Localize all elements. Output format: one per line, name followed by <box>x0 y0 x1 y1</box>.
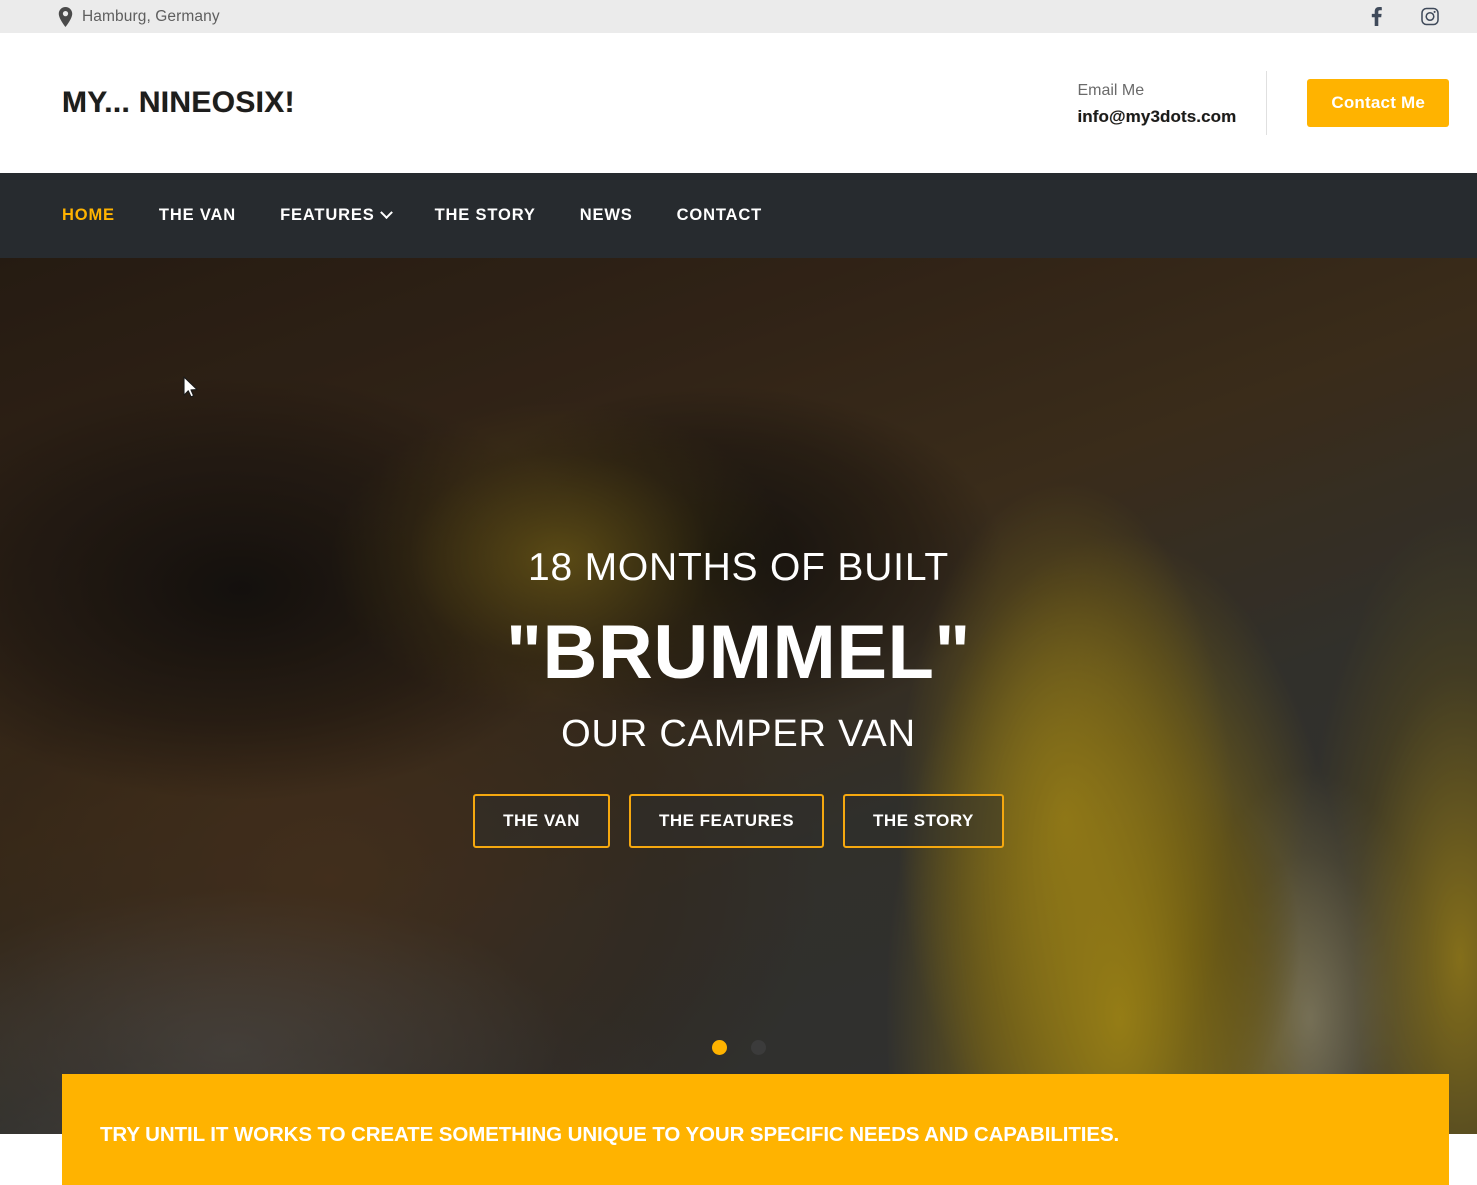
hero-button-the-features[interactable]: THE FEATURES <box>628 794 825 848</box>
hero-button-the-van[interactable]: THE VAN <box>473 794 610 848</box>
social-links <box>1367 7 1439 26</box>
site-logo[interactable]: MY... NINEOSIX! <box>62 86 295 120</box>
hero-title: "BRUMMEL" <box>506 609 971 695</box>
nav-item-contact[interactable]: CONTACT <box>677 196 762 235</box>
facebook-icon[interactable] <box>1367 7 1385 26</box>
location-block: Hamburg, Germany <box>58 6 220 27</box>
email-label: Email Me <box>1077 82 1145 99</box>
carousel-indicators <box>0 1040 1477 1055</box>
nav-item-label: THE STORY <box>434 206 536 224</box>
page-root: Hamburg, Germany MY... NINEOSIX! Email M… <box>0 0 1477 1185</box>
nav-item-news[interactable]: NEWS <box>580 196 633 235</box>
location-label: Hamburg, Germany <box>82 7 220 25</box>
top-utility-bar: Hamburg, Germany <box>0 0 1477 33</box>
contact-me-button[interactable]: Contact Me <box>1307 79 1449 127</box>
nav-item-label: THE VAN <box>158 206 237 224</box>
carousel-dot-1[interactable] <box>711 1040 727 1055</box>
hero-carousel: 18 MONTHS OF BUILT "BRUMMEL" OUR CAMPER … <box>0 258 1477 1134</box>
nav-item-label: NEWS <box>579 206 633 224</box>
chevron-down-icon <box>379 206 393 220</box>
email-address[interactable]: info@my3dots.com <box>1077 107 1236 127</box>
carousel-dot-2[interactable] <box>750 1040 766 1055</box>
nav-item-label: FEATURES <box>280 206 375 224</box>
nav-item-home[interactable]: HOME <box>62 196 115 235</box>
tagline-text: TRY UNTIL IT WORKS TO CREATE SOMETHING U… <box>100 1123 1120 1146</box>
email-block: Email Me info@my3dots.com <box>1077 79 1266 127</box>
nav-item-features[interactable]: FEATURES <box>280 196 393 235</box>
instagram-icon[interactable] <box>1421 7 1439 26</box>
site-header: MY... NINEOSIX! Email Me info@my3dots.co… <box>0 33 1477 173</box>
header-right-group: Email Me info@my3dots.com Contact Me <box>1077 71 1449 135</box>
nav-item-the-van[interactable]: THE VAN <box>159 196 236 235</box>
hero-subtitle: OUR CAMPER VAN <box>561 713 916 755</box>
hero-button-group: THE VAN THE FEATURES THE STORY <box>0 794 1477 848</box>
main-navigation: HOME THE VAN FEATURES THE STORY NEWS CON… <box>0 173 1477 258</box>
tagline-banner: TRY UNTIL IT WORKS TO CREATE SOMETHING U… <box>62 1074 1449 1185</box>
map-pin-icon <box>58 6 73 27</box>
nav-item-label: HOME <box>62 206 115 224</box>
hero-eyebrow: 18 MONTHS OF BUILT <box>527 546 950 589</box>
header-divider <box>1266 71 1268 135</box>
hero-content: 18 MONTHS OF BUILT "BRUMMEL" OUR CAMPER … <box>0 258 1477 848</box>
hero-button-the-story[interactable]: THE STORY <box>843 794 1004 848</box>
nav-item-the-story[interactable]: THE STORY <box>435 196 536 235</box>
nav-item-label: CONTACT <box>676 206 763 224</box>
nav-list: HOME THE VAN FEATURES THE STORY NEWS CON… <box>62 196 762 235</box>
